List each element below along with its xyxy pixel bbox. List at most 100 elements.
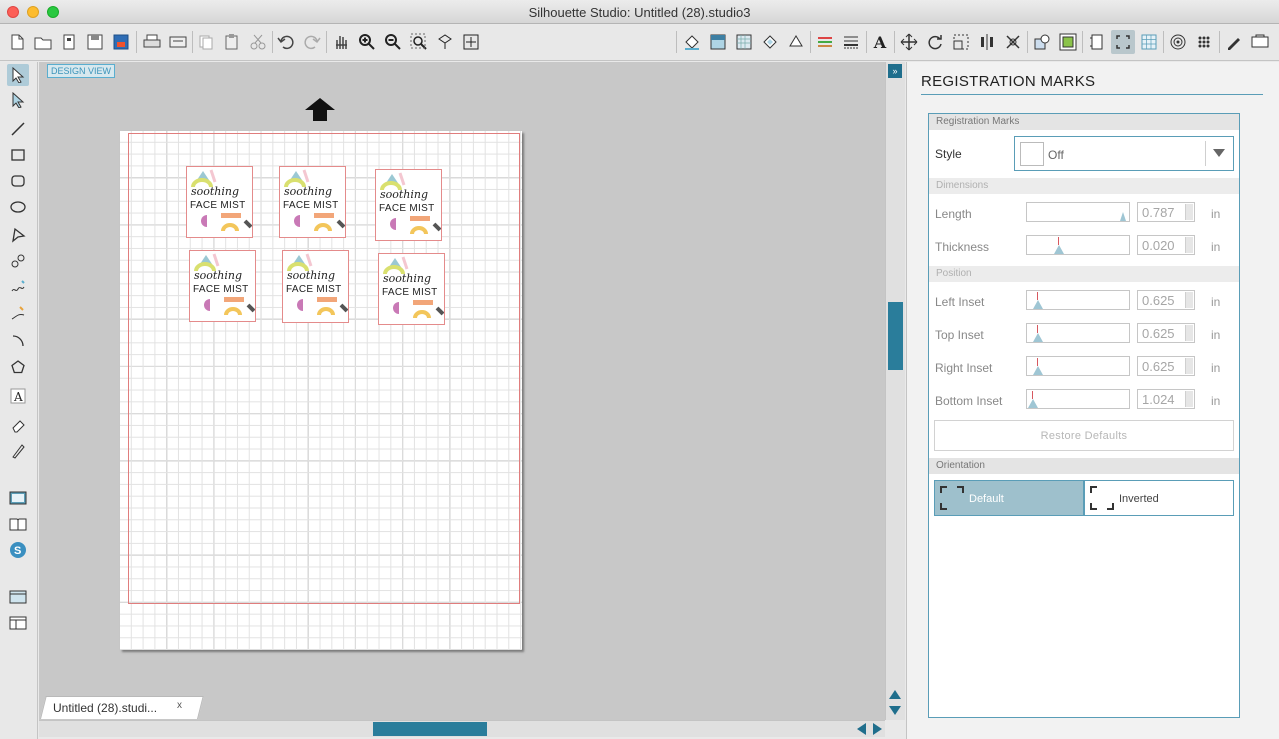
thickness-input[interactable]: 0.020 — [1137, 235, 1195, 255]
horizontal-scrollbar[interactable] — [39, 720, 885, 737]
ellipse-tool-icon[interactable] — [7, 196, 29, 218]
copy-icon[interactable] — [194, 30, 218, 54]
replicate-icon[interactable] — [1001, 30, 1025, 54]
zoom-in-icon[interactable] — [355, 30, 379, 54]
modify-icon[interactable] — [1030, 30, 1054, 54]
smooth-freehand-tool-icon[interactable] — [7, 302, 29, 324]
slider-knob[interactable] — [1033, 333, 1043, 342]
label-design[interactable]: soothing FACE MIST — [279, 166, 346, 238]
redo-icon[interactable] — [300, 30, 324, 54]
cut-icon[interactable] — [246, 30, 270, 54]
right-inset-input[interactable]: 0.625 — [1137, 356, 1195, 376]
restore-defaults-button[interactable]: Restore Defaults — [934, 420, 1234, 451]
silhouette-store-logo-icon[interactable]: S — [7, 539, 29, 561]
rounded-rectangle-tool-icon[interactable] — [7, 170, 29, 192]
split-view-icon[interactable] — [7, 612, 29, 634]
slider-knob[interactable] — [1054, 245, 1064, 254]
scroll-down-icon[interactable] — [889, 706, 901, 715]
registration-marks-icon[interactable] — [1111, 30, 1135, 54]
line-weight-icon[interactable] — [839, 30, 863, 54]
transform-icon[interactable] — [897, 30, 921, 54]
save-library-icon[interactable] — [109, 30, 133, 54]
design-page-view-icon[interactable] — [7, 487, 29, 509]
label-design[interactable]: soothing FACE MIST — [282, 250, 349, 323]
grid-settings-icon[interactable] — [1137, 30, 1161, 54]
thickness-slider[interactable] — [1026, 235, 1130, 255]
fill-color-icon[interactable] — [680, 30, 704, 54]
chevron-down-icon[interactable] — [1213, 149, 1225, 157]
save-icon[interactable] — [83, 30, 107, 54]
close-tab-icon[interactable]: x — [177, 700, 182, 711]
scale-icon[interactable] — [949, 30, 973, 54]
align-icon[interactable] — [975, 30, 999, 54]
gradient-icon[interactable] — [706, 30, 730, 54]
eraser-tool-icon[interactable] — [7, 414, 29, 436]
page-setup-icon[interactable] — [1085, 30, 1109, 54]
curve-tool-icon[interactable] — [7, 250, 29, 272]
arc-tool-icon[interactable] — [7, 330, 29, 352]
silhouette-store-icon[interactable] — [1248, 30, 1272, 54]
zoom-select-icon[interactable] — [407, 30, 431, 54]
design-canvas[interactable]: DESIGN VIEW soothing FACE MIST soothing … — [39, 62, 885, 720]
regular-polygon-tool-icon[interactable] — [7, 356, 29, 378]
open-icon[interactable] — [31, 30, 55, 54]
line-color-icon[interactable] — [784, 30, 808, 54]
zoom-out-icon[interactable] — [381, 30, 405, 54]
zoom-drag-icon[interactable] — [433, 30, 457, 54]
paste-icon[interactable] — [220, 30, 244, 54]
document-tab-label[interactable]: Untitled (28).studi... — [53, 701, 157, 715]
line-style-icon[interactable] — [813, 30, 837, 54]
stepper-icon[interactable] — [1185, 325, 1193, 341]
library-icon[interactable] — [7, 513, 29, 535]
scroll-right-icon[interactable] — [873, 723, 882, 735]
stepper-icon[interactable] — [1185, 292, 1193, 308]
send-cut-icon[interactable] — [1222, 30, 1246, 54]
collapse-panel-icon[interactable]: » — [888, 64, 902, 78]
stepper-icon[interactable] — [1185, 358, 1193, 374]
horizontal-scroll-thumb[interactable] — [373, 722, 487, 736]
hand-pan-icon[interactable] — [329, 30, 353, 54]
select-tool-icon[interactable] — [7, 64, 29, 86]
slider-knob[interactable] — [1033, 366, 1043, 375]
fill-library-icon[interactable] — [758, 30, 782, 54]
slider-knob[interactable] — [1120, 212, 1126, 221]
length-input[interactable]: 0.787 — [1137, 202, 1195, 222]
bottom-inset-input[interactable]: 1.024 — [1137, 389, 1195, 409]
label-design[interactable]: soothing FACE MIST — [378, 253, 445, 325]
edit-points-icon[interactable] — [7, 89, 29, 111]
new-icon[interactable] — [5, 30, 29, 54]
print-icon[interactable] — [140, 30, 164, 54]
label-design[interactable]: soothing FACE MIST — [186, 166, 253, 238]
polygon-tool-icon[interactable] — [7, 224, 29, 246]
text-tool-icon[interactable]: A — [7, 385, 29, 407]
style-dropdown[interactable]: Off — [1014, 136, 1234, 171]
scroll-left-icon[interactable] — [857, 723, 866, 735]
new-page-icon[interactable] — [57, 30, 81, 54]
knife-tool-icon[interactable] — [7, 440, 29, 462]
vertical-scrollbar[interactable]: » — [885, 62, 905, 720]
right-inset-slider[interactable] — [1026, 356, 1130, 376]
left-inset-input[interactable]: 0.625 — [1137, 290, 1195, 310]
bottom-inset-slider[interactable] — [1026, 389, 1130, 409]
top-inset-slider[interactable] — [1026, 323, 1130, 343]
label-design[interactable]: soothing FACE MIST — [375, 169, 442, 241]
label-design[interactable]: soothing FACE MIST — [189, 250, 256, 322]
rectangle-tool-icon[interactable] — [7, 144, 29, 166]
slider-knob[interactable] — [1028, 399, 1038, 408]
undo-icon[interactable] — [274, 30, 298, 54]
slider-knob[interactable] — [1033, 300, 1043, 309]
line-tool-icon[interactable] — [7, 118, 29, 140]
stepper-icon[interactable] — [1185, 391, 1193, 407]
dots-icon[interactable] — [1192, 30, 1216, 54]
fill-pattern-icon[interactable] — [732, 30, 756, 54]
stepper-icon[interactable] — [1185, 237, 1193, 253]
orientation-inverted-button[interactable]: Inverted — [1084, 480, 1234, 516]
cut-settings-icon[interactable] — [1166, 30, 1190, 54]
stepper-icon[interactable] — [1185, 204, 1193, 220]
single-view-icon[interactable] — [7, 586, 29, 608]
length-slider[interactable] — [1026, 202, 1130, 222]
rotate-icon[interactable] — [923, 30, 947, 54]
top-inset-input[interactable]: 0.625 — [1137, 323, 1195, 343]
left-inset-slider[interactable] — [1026, 290, 1130, 310]
print-cut-icon[interactable] — [166, 30, 190, 54]
